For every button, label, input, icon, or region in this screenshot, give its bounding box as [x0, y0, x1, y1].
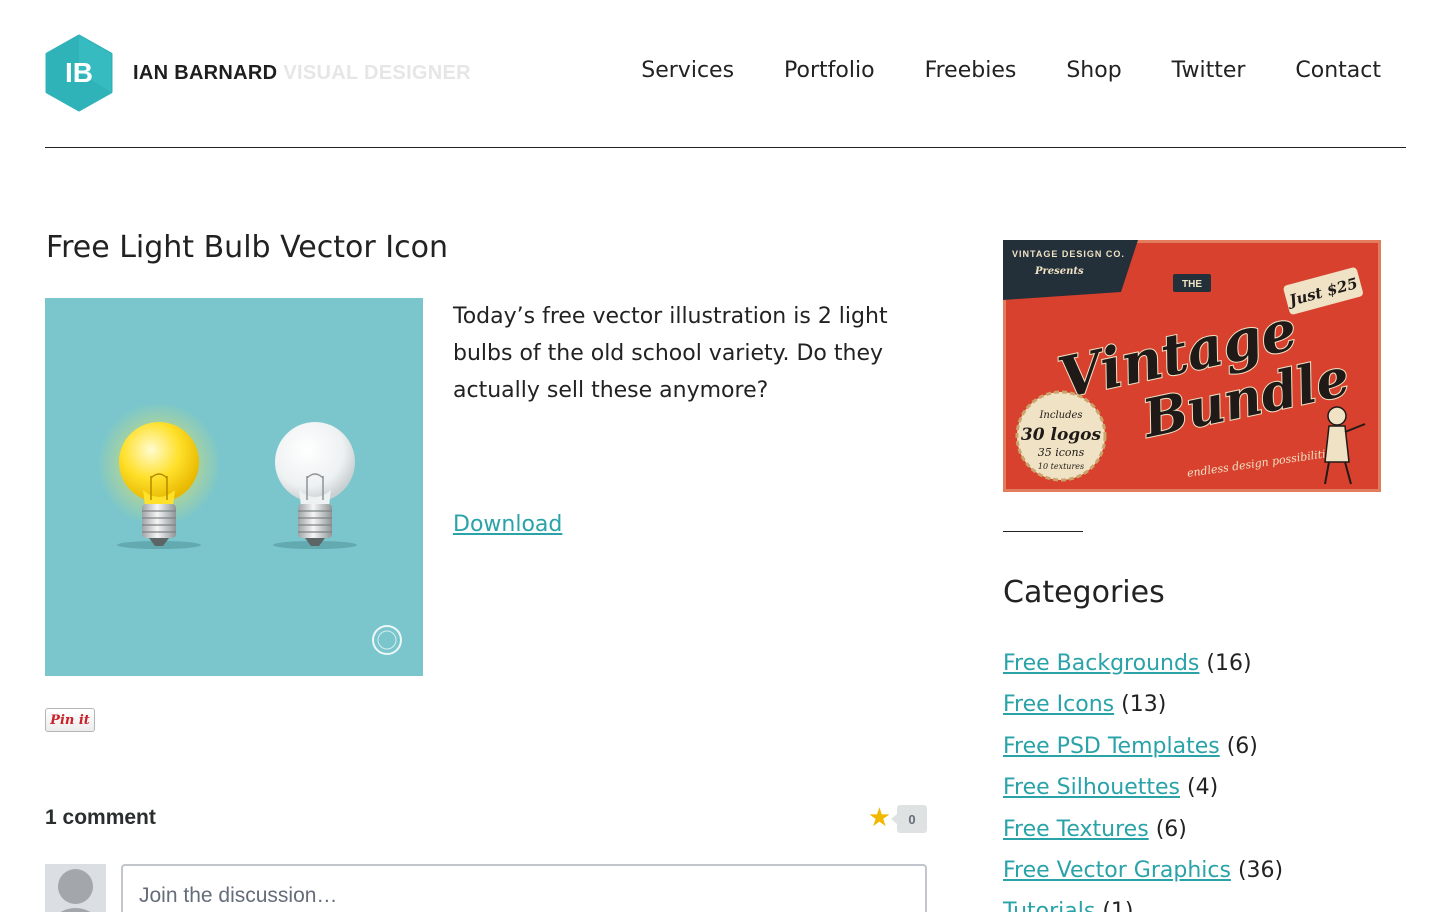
- sidebar-divider: [1003, 531, 1083, 532]
- category-link-tutorials[interactable]: Tutorials: [1003, 899, 1095, 912]
- category-count: (1): [1102, 899, 1134, 912]
- category-link-free-backgrounds[interactable]: Free Backgrounds: [1003, 651, 1199, 676]
- logo-tagline: VISUAL DESIGNER: [283, 61, 471, 84]
- site-logo[interactable]: IB IAN BARNARD VISUAL DESIGNER: [45, 34, 471, 112]
- avatar-body-icon: [51, 908, 100, 912]
- unlit-bulb-icon: [275, 422, 355, 502]
- nav-shop[interactable]: Shop: [1066, 57, 1121, 85]
- pinit-button[interactable]: Pin it: [45, 708, 95, 732]
- comments-header: 1 comment ★ 0: [45, 804, 927, 836]
- main-nav: Services Portfolio Freebies Shop Twitter…: [591, 57, 1381, 85]
- logo-name: IAN BARNARD: [133, 61, 278, 84]
- nav-freebies[interactable]: Freebies: [925, 57, 1017, 85]
- categories-title: Categories: [1003, 575, 1165, 610]
- site-header: IB IAN BARNARD VISUAL DESIGNER Services …: [45, 34, 1406, 112]
- categories-list: Free Backgrounds (16) Free Icons (13) Fr…: [1003, 643, 1283, 912]
- category-item: Free Icons (13): [1003, 684, 1283, 725]
- nav-contact[interactable]: Contact: [1295, 57, 1381, 85]
- category-item: Free Textures (6): [1003, 809, 1283, 850]
- category-item: Free Silhouettes (4): [1003, 767, 1283, 808]
- ad-the: THE: [1182, 279, 1202, 290]
- avatar: [45, 864, 106, 912]
- nav-services[interactable]: Services: [641, 57, 734, 85]
- vintage-bundle-ad[interactable]: VINTAGE DESIGN CO. Presents THE Vintage …: [1003, 240, 1381, 492]
- ad-presents: Presents: [1034, 266, 1084, 277]
- ad-textures: 10 textures: [1038, 462, 1084, 471]
- category-count: (6): [1226, 733, 1258, 759]
- post-body: Today’s free vector illustration is 2 li…: [453, 304, 888, 403]
- category-item: Free Backgrounds (16): [1003, 643, 1283, 684]
- category-link-free-vector-graphics[interactable]: Free Vector Graphics: [1003, 858, 1231, 883]
- category-count: (16): [1206, 651, 1252, 676]
- nav-twitter[interactable]: Twitter: [1172, 57, 1246, 85]
- star-count-badge: 0: [891, 805, 927, 833]
- category-count: (4): [1187, 775, 1219, 801]
- category-item: Free Vector Graphics (36): [1003, 850, 1283, 891]
- comment-count: 1 comment: [45, 806, 156, 829]
- ad-logos: 30 logos: [1021, 425, 1102, 445]
- post-image[interactable]: [45, 298, 423, 676]
- category-link-free-psd-templates[interactable]: Free PSD Templates: [1003, 734, 1220, 759]
- post-title: Free Light Bulb Vector Icon: [46, 230, 448, 265]
- logo-hexagon-icon: IB: [45, 34, 113, 112]
- category-link-free-silhouettes[interactable]: Free Silhouettes: [1003, 775, 1180, 800]
- download-link[interactable]: Download: [453, 512, 562, 537]
- avatar-head-icon: [58, 869, 93, 904]
- category-count: (6): [1155, 816, 1187, 842]
- ad-icons: 35 icons: [1038, 446, 1085, 459]
- category-item: Free PSD Templates (6): [1003, 726, 1283, 767]
- nav-portfolio[interactable]: Portfolio: [784, 57, 875, 85]
- lit-bulb-icon: [119, 422, 199, 502]
- logo-initials: IB: [65, 57, 93, 88]
- category-count: (36): [1237, 858, 1284, 884]
- category-link-free-icons[interactable]: Free Icons: [1003, 692, 1114, 717]
- category-item: Tutorials (1): [1003, 891, 1283, 912]
- ad-brand: VINTAGE DESIGN CO.: [1012, 249, 1125, 259]
- discussion-input[interactable]: Join the discussion…: [121, 864, 927, 912]
- star-icon[interactable]: ★: [868, 804, 891, 832]
- header-divider: [45, 147, 1406, 148]
- category-count: (13): [1121, 692, 1167, 718]
- ad-includes: Includes: [1038, 410, 1082, 421]
- category-link-free-textures[interactable]: Free Textures: [1003, 817, 1149, 842]
- watermark-badge-icon: [372, 625, 402, 655]
